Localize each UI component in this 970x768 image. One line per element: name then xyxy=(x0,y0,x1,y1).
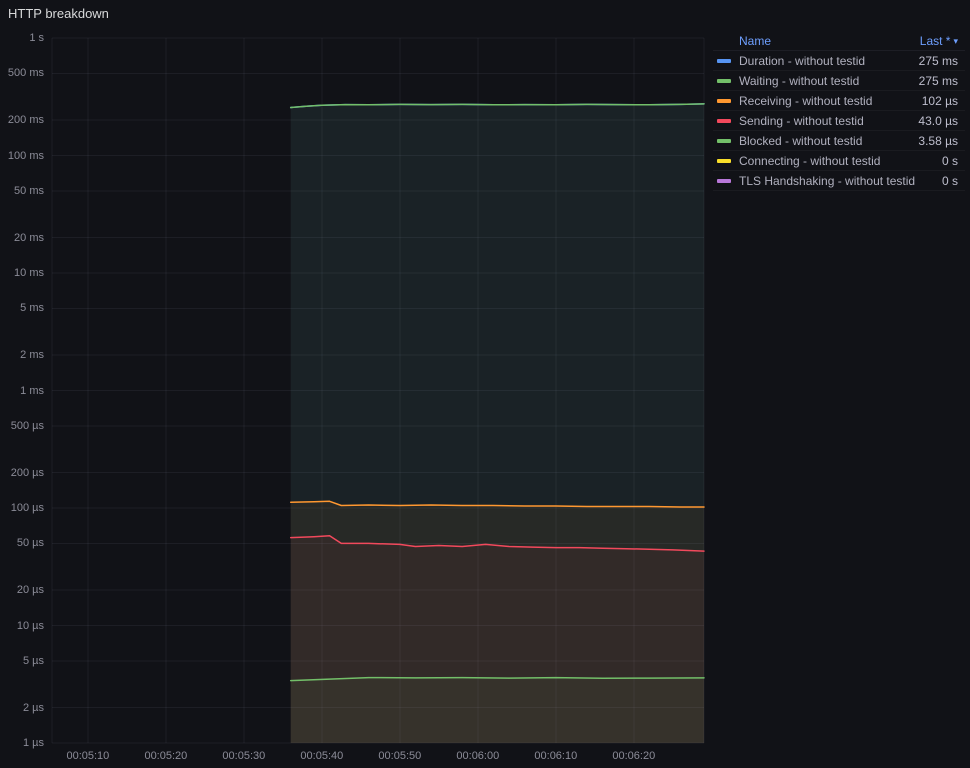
series-color-swatch xyxy=(717,78,731,83)
legend-last-value: 0 s xyxy=(941,173,958,188)
legend-row[interactable]: Connecting - without testid 0 s xyxy=(713,151,965,171)
legend-last-value: 275 ms xyxy=(918,53,958,68)
legend-series-label[interactable]: Sending - without testid xyxy=(739,114,910,128)
http-breakdown-panel: HTTP breakdown 1 s 500 ms 200 ms 100 ms 50 m… xyxy=(0,0,970,768)
legend-series-label[interactable]: Receiving - without testid xyxy=(739,94,914,108)
time-series-chart[interactable] xyxy=(0,0,710,768)
series-area-blocked xyxy=(290,677,704,743)
legend-row[interactable]: Blocked - without testid 3.58 µs xyxy=(713,131,965,151)
legend-header: Name Last * ▾ xyxy=(713,32,965,51)
legend-name-header[interactable]: Name xyxy=(739,34,771,48)
legend-series-label[interactable]: TLS Handshaking - without testid xyxy=(739,174,934,188)
legend-series-label[interactable]: Waiting - without testid xyxy=(739,74,911,88)
legend-table: Name Last * ▾ Duration - without testid 2… xyxy=(713,32,965,191)
legend-row[interactable]: Duration - without testid 275 ms xyxy=(713,51,965,71)
legend-row[interactable]: Sending - without testid 43.0 µs xyxy=(713,111,965,131)
legend-last-value: 275 ms xyxy=(918,73,958,88)
legend-sort-last[interactable]: Last * ▾ xyxy=(920,34,958,48)
series-color-swatch xyxy=(717,178,731,183)
legend-last-value: 43.0 µs xyxy=(918,113,958,128)
legend-last-value: 3.58 µs xyxy=(918,133,958,148)
series-color-swatch xyxy=(717,138,731,143)
legend-series-label[interactable]: Duration - without testid xyxy=(739,54,911,68)
legend-row[interactable]: TLS Handshaking - without testid 0 s xyxy=(713,171,965,191)
legend-series-label[interactable]: Blocked - without testid xyxy=(739,134,910,148)
legend-series-label[interactable]: Connecting - without testid xyxy=(739,154,934,168)
legend-row[interactable]: Receiving - without testid 102 µs xyxy=(713,91,965,111)
series-color-swatch xyxy=(717,58,731,63)
legend-last-header: Last * xyxy=(919,34,951,48)
series-color-swatch xyxy=(717,118,731,123)
legend-last-value: 102 µs xyxy=(921,93,958,108)
legend-last-value: 0 s xyxy=(941,153,958,168)
legend-row[interactable]: Waiting - without testid 275 ms xyxy=(713,71,965,91)
series-color-swatch xyxy=(717,98,731,103)
legend-rows: Duration - without testid 275 ms Waiting -… xyxy=(713,51,965,191)
series-color-swatch xyxy=(717,158,731,163)
sort-desc-icon: ▾ xyxy=(953,35,958,46)
